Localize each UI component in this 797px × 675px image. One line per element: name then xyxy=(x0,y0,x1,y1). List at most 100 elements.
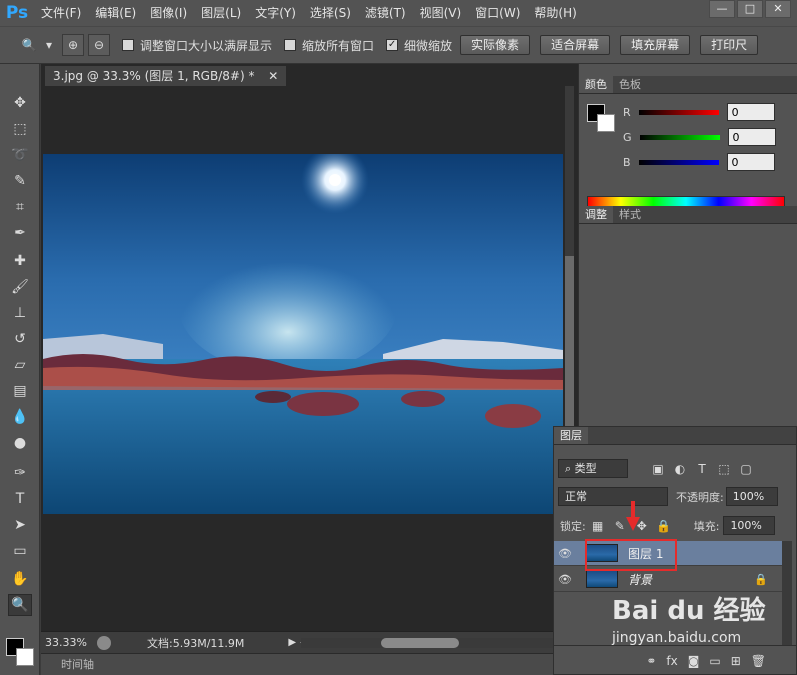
zoom-out-icon[interactable]: ⊖ xyxy=(88,34,110,56)
share-icon[interactable] xyxy=(97,635,111,650)
close-icon[interactable]: ✕ xyxy=(268,69,278,83)
green-label: G xyxy=(623,130,632,144)
brush-tool-icon[interactable]: 🖌 xyxy=(8,276,32,298)
green-value-input[interactable]: 0 xyxy=(727,128,776,146)
hand-tool-icon[interactable]: ✋ xyxy=(8,568,32,590)
layer-filter-select[interactable]: ⌕ 类型 xyxy=(558,459,628,478)
play-arrow-icon[interactable]: ▶ xyxy=(288,637,296,648)
menu-edit[interactable]: 编辑(E) xyxy=(88,0,143,26)
vertical-scroll-thumb[interactable] xyxy=(565,256,574,426)
quick-select-tool-icon[interactable]: ✎ xyxy=(8,170,32,192)
zoom-all-windows-checkbox[interactable]: 缩放所有窗口 xyxy=(284,37,374,54)
annotation-highlight-box xyxy=(585,539,677,571)
new-group-icon[interactable]: ▭ xyxy=(709,654,720,668)
clone-stamp-tool-icon[interactable]: ⊥ xyxy=(8,302,32,324)
layer-mask-icon[interactable]: ◙ xyxy=(688,654,700,668)
shape-tool-icon[interactable]: ▭ xyxy=(8,540,32,562)
menu-select[interactable]: 选择(S) xyxy=(303,0,358,26)
zoom-level[interactable]: 33.33% xyxy=(41,636,87,649)
eyedropper-tool-icon[interactable]: ✒ xyxy=(8,222,32,244)
dodge-tool-icon[interactable]: ● xyxy=(8,432,32,454)
menu-type[interactable]: 文字(Y) xyxy=(248,0,303,26)
timeline-panel-tab[interactable]: 时间轴 xyxy=(41,653,578,675)
link-layers-icon[interactable]: ⚭ xyxy=(646,654,656,668)
actual-pixels-button[interactable]: 实际像素 xyxy=(460,35,531,55)
tab-swatches[interactable]: 色板 xyxy=(613,76,647,93)
blend-mode-select[interactable]: 正常 xyxy=(558,487,668,506)
blur-tool-icon[interactable]: 💧 xyxy=(8,406,32,428)
layer-style-icon[interactable]: fx xyxy=(666,654,677,668)
maximize-button[interactable]: □ xyxy=(737,0,763,18)
tab-adjustments[interactable]: 调整 xyxy=(579,206,613,223)
blue-value-input[interactable]: 0 xyxy=(726,153,775,171)
print-size-button[interactable]: 打印尺 xyxy=(700,35,759,55)
zoom-tool-preset-icon[interactable]: 🔍 xyxy=(18,34,40,56)
menu-layer[interactable]: 图层(L) xyxy=(194,0,248,26)
zoom-in-icon[interactable]: ⊕ xyxy=(62,34,84,56)
layer-filter-label: 类型 xyxy=(574,462,597,475)
visibility-eye-icon[interactable]: 👁 xyxy=(554,573,576,586)
horizontal-scroll-thumb[interactable] xyxy=(381,638,459,648)
background-color-swatch[interactable] xyxy=(16,648,34,666)
close-button[interactable]: ✕ xyxy=(765,0,791,18)
layers-scrollbar[interactable] xyxy=(782,541,792,645)
lock-transparent-pixels-icon[interactable]: ▦ xyxy=(590,518,606,534)
checkbox-checked[interactable]: ✓ xyxy=(386,39,399,51)
blend-opacity-row: 正常 不透明度: 100% xyxy=(554,487,797,506)
chevron-down-icon[interactable]: ▾ xyxy=(44,34,54,56)
marquee-tool-icon[interactable]: ⬚ xyxy=(8,118,32,140)
path-select-tool-icon[interactable]: ➤ xyxy=(8,514,32,536)
fill-input[interactable]: 100% xyxy=(723,516,776,535)
menu-image[interactable]: 图像(I) xyxy=(143,0,194,26)
trash-icon[interactable]: 🗑 xyxy=(751,654,766,668)
minimize-button[interactable]: — xyxy=(709,0,735,18)
tab-layers[interactable]: 图层 xyxy=(554,427,588,444)
type-tool-icon[interactable]: T xyxy=(8,488,32,510)
healing-brush-tool-icon[interactable]: ✚ xyxy=(8,250,32,272)
lasso-tool-icon[interactable]: ➰ xyxy=(8,144,32,166)
fill-screen-button[interactable]: 填充屏幕 xyxy=(620,35,691,55)
menu-help[interactable]: 帮助(H) xyxy=(527,0,583,26)
lock-fill-row: 锁定: ▦ ✎ ✥ 🔒 填充: 100% xyxy=(554,516,797,535)
filter-shape-icon[interactable]: ⬚ xyxy=(716,461,732,477)
filter-smart-object-icon[interactable]: ▢ xyxy=(738,461,754,477)
resize-windows-checkbox[interactable]: 调整窗口大小以满屏显示 xyxy=(122,37,272,54)
red-slider[interactable] xyxy=(638,109,719,115)
green-slider[interactable] xyxy=(639,134,720,140)
opacity-input[interactable]: 100% xyxy=(725,487,778,506)
menu-filter[interactable]: 滤镜(T) xyxy=(358,0,413,26)
color-panel: 颜色 色板 R 0 G 0 B 0 xyxy=(579,76,797,210)
pen-tool-icon[interactable]: ✑ xyxy=(8,462,32,484)
tab-styles[interactable]: 样式 xyxy=(613,206,647,223)
menu-file[interactable]: 文件(F) xyxy=(34,0,88,26)
move-tool-icon[interactable]: ✥ xyxy=(8,92,32,114)
document-tab[interactable]: 3.jpg @ 33.3% (图层 1, RGB/8#) * ✕ xyxy=(45,66,287,86)
layer-name[interactable]: 背景 xyxy=(628,571,652,588)
menu-window[interactable]: 窗口(W) xyxy=(468,0,527,26)
red-value-input[interactable]: 0 xyxy=(726,103,775,121)
checkbox-box[interactable] xyxy=(122,39,134,51)
color-panel-background-swatch[interactable] xyxy=(597,114,615,132)
adjustments-panel-tabs: 调整 样式 xyxy=(579,206,797,224)
layer-filter-row: ⌕ 类型 ▣ ◐ T ⬚ ▢ xyxy=(554,459,797,478)
document-info: 文档:5.93M/11.9M xyxy=(147,636,245,650)
blue-slider[interactable] xyxy=(638,159,719,165)
scrubby-zoom-checkbox[interactable]: ✓ 细微缩放 xyxy=(386,37,452,54)
filter-pixel-icon[interactable]: ▣ xyxy=(650,461,666,477)
menu-view[interactable]: 视图(V) xyxy=(413,0,469,26)
zoom-tool-icon[interactable]: 🔍 xyxy=(8,594,32,616)
image-canvas[interactable] xyxy=(43,154,563,514)
lock-all-icon[interactable]: 🔒 xyxy=(656,518,672,534)
filter-adjustment-icon[interactable]: ◐ xyxy=(672,461,688,477)
gradient-tool-icon[interactable]: ▤ xyxy=(8,380,32,402)
crop-tool-icon[interactable]: ⌗ xyxy=(8,196,32,218)
filter-type-icon[interactable]: T xyxy=(694,461,710,477)
fit-screen-button[interactable]: 适合屏幕 xyxy=(540,35,611,55)
eraser-tool-icon[interactable]: ▱ xyxy=(8,354,32,376)
history-brush-tool-icon[interactable]: ↺ xyxy=(8,328,32,350)
checkbox-box[interactable] xyxy=(284,39,297,51)
new-layer-icon[interactable]: ⊞ xyxy=(731,654,741,668)
visibility-eye-icon[interactable]: 👁 xyxy=(554,547,576,560)
tab-color[interactable]: 颜色 xyxy=(579,76,613,93)
horizontal-scrollbar[interactable] xyxy=(301,638,561,648)
